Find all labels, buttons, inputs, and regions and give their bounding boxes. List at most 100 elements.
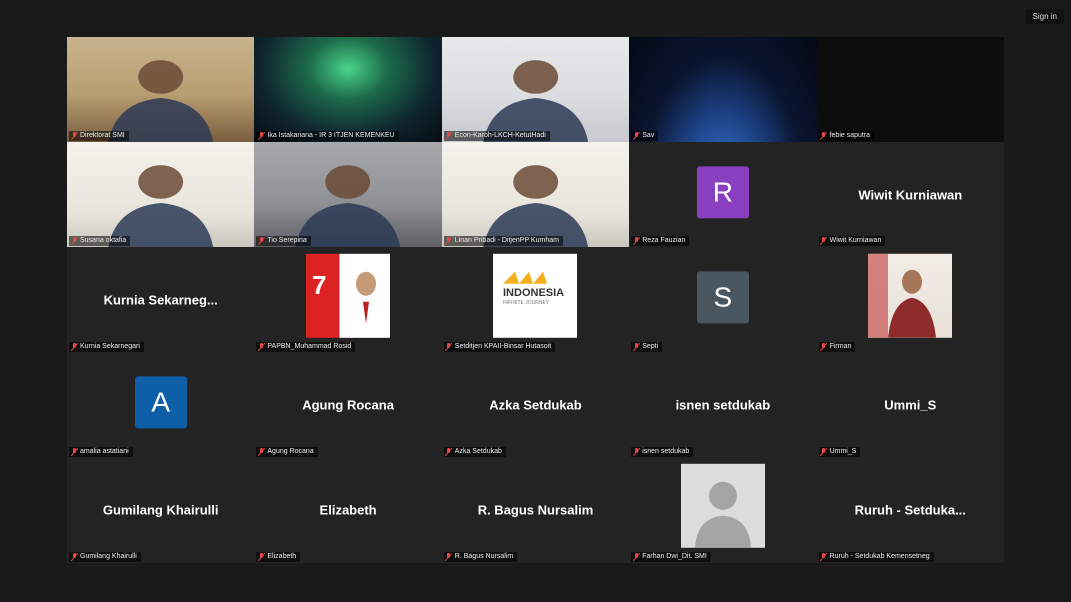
participant-tile-susana-oktafia[interactable]: Susana oktafia xyxy=(67,142,255,248)
participant-display-name: Ummi_S xyxy=(884,397,937,413)
participant-name-label: Farhan Dwi_Dit. SMI xyxy=(631,551,711,562)
participant-name: Wiwit Kurniawan xyxy=(829,237,882,245)
participant-tile-ruruh-setdukab-kemensetneg[interactable]: Ruruh - Setduka... Ruruh - Setdukab Kemen… xyxy=(816,457,1004,563)
participant-display-name: Gumilang Khairulli xyxy=(102,502,219,518)
mic-muted-icon xyxy=(633,342,639,351)
participant-tile-febie-saputra[interactable]: febie saputra xyxy=(816,37,1004,143)
participant-tile-kurnia-sekarnegari[interactable]: Kurnia Sekarneg... Kurnia Sekarnegari xyxy=(67,247,255,353)
participant-name: Septi xyxy=(642,342,659,350)
participant-name-label: Ika Istakariana - IR 3 ITJEN KEMENKEU xyxy=(256,131,399,142)
participant-tile-firman[interactable]: Firman xyxy=(816,247,1004,353)
mic-muted-icon xyxy=(633,237,639,245)
participant-tile-linan-pribadi-ditjenpp-kumham[interactable]: Linan Pribadi - DitjenPP Kumham xyxy=(441,142,630,248)
mic-muted-icon xyxy=(258,342,264,351)
participant-name: Setditjen KPAII-Binsar Hutasoit xyxy=(454,342,552,350)
participant-name-label: Ummi_S xyxy=(818,446,861,457)
mic-muted-icon xyxy=(71,447,77,456)
mic-muted-icon xyxy=(821,132,827,140)
participant-name: Gumilang Khairulli xyxy=(80,552,137,560)
sign-in-button[interactable]: Sign in xyxy=(1025,9,1064,24)
participant-name-label: Septi xyxy=(631,341,663,352)
mic-muted-icon xyxy=(633,132,639,140)
participant-name-label: Sav xyxy=(631,131,659,142)
participant-display-name: Azka Setdukab xyxy=(489,397,582,413)
mic-muted-icon xyxy=(71,342,77,351)
participant-avatar: A xyxy=(134,376,187,429)
mic-muted-icon xyxy=(446,132,452,140)
participant-name: PAPBN_Muhammad Rosid xyxy=(267,342,352,350)
participant-tile-isnen-setdukab[interactable]: isnen setdukab isnen setdukab xyxy=(629,352,817,458)
mic-muted-icon xyxy=(446,552,452,561)
participant-name: Linan Pribadi - DitjenPP Kumham xyxy=(454,237,559,245)
participant-tile-r-bagus-nursalim[interactable]: R. Bagus Nursalim R. Bagus Nursalim xyxy=(441,457,630,563)
participant-name-label: Econ-Karoh-LKCH-KetutHadi xyxy=(443,131,550,142)
participant-name-label: Gumilang Khairulli xyxy=(69,551,141,562)
participant-display-name: isnen setdukab xyxy=(675,397,771,413)
participant-tile-ika-istakariana-ir-3-itjen-kemenkeu[interactable]: Ika Istakariana - IR 3 ITJEN KEMENKEU xyxy=(254,37,442,143)
participant-name: Ika Istakariana - IR 3 ITJEN KEMENKEU xyxy=(267,132,395,140)
participant-profile-picture xyxy=(680,464,765,549)
mic-muted-icon xyxy=(821,342,827,351)
participant-name: febie saputra xyxy=(829,132,871,140)
participant-name-label: febie saputra xyxy=(818,131,875,142)
participant-name: isnen setdukab xyxy=(642,447,690,455)
mic-muted-icon xyxy=(71,132,77,140)
participant-grid: Direktorat SMI Ika Istakariana - IR 3 ITJ… xyxy=(67,37,1004,563)
participant-display-name: Kurnia Sekarneg... xyxy=(103,292,218,308)
mic-muted-icon xyxy=(258,237,264,245)
participant-name-label: Ruruh - Setdukab Kemensetneg xyxy=(818,551,934,562)
mic-muted-icon xyxy=(633,447,639,456)
mic-muted-icon xyxy=(258,447,264,456)
participant-name-label: Kurnia Sekarnegari xyxy=(69,341,144,352)
participant-tile-ummi-s[interactable]: Ummi_S Ummi_S xyxy=(816,352,1004,458)
mic-muted-icon xyxy=(633,552,639,561)
participant-tile-econ-karoh-lkch-ketuthadi[interactable]: Econ-Karoh-LKCH-KetutHadi xyxy=(441,37,630,143)
participant-tile-amalia-astatiani[interactable]: Aamalia astatiani xyxy=(67,352,255,458)
mic-muted-icon xyxy=(446,237,452,245)
participant-name-label: Tio Serepina xyxy=(256,236,311,247)
mic-muted-icon xyxy=(821,447,827,456)
mic-muted-icon xyxy=(821,552,827,561)
participant-name-label: Direktorat SMI xyxy=(69,131,129,142)
participant-video xyxy=(441,37,630,143)
participant-tile-farhan-dwi-dit-smi[interactable]: Farhan Dwi_Dit. SMI xyxy=(629,457,817,563)
participant-tile-agung-rocana[interactable]: Agung Rocana Agung Rocana xyxy=(254,352,442,458)
logo-subtitle: INFINITE JOURNEY xyxy=(503,300,550,306)
participant-tile-sav[interactable]: Sav xyxy=(629,37,817,143)
participant-name-label: isnen setdukab xyxy=(631,446,694,457)
participant-profile-picture: INDONESIA INFINITE JOURNEY xyxy=(493,253,578,338)
participant-name-label: R. Bagus Nursalim xyxy=(443,551,518,562)
participant-tile-septi[interactable]: S Septi xyxy=(629,247,817,353)
participant-name-label: Firman xyxy=(818,341,856,352)
participant-tile-setditjen-kpaii-binsar-hutasoit[interactable]: INDONESIA INFINITE JOURNEY Setditjen KPAII… xyxy=(441,247,630,353)
participant-tile-azka-setdukab[interactable]: Azka Setdukab Azka Setdukab xyxy=(441,352,630,458)
participant-name-label: Agung Rocana xyxy=(256,446,318,457)
participant-avatar: R xyxy=(696,166,749,219)
participant-name: R. Bagus Nursalim xyxy=(454,552,514,560)
participant-name: Tio Serepina xyxy=(267,237,307,245)
participant-video xyxy=(254,37,442,143)
participant-name-label: Reza Fauzian xyxy=(631,236,690,247)
participant-tile-direktorat-smi[interactable]: Direktorat SMI xyxy=(67,37,255,143)
participant-name-label: PAPBN_Muhammad Rosid xyxy=(256,341,356,352)
participant-tile-gumilang-khairulli[interactable]: Gumilang Khairulli Gumilang Khairulli xyxy=(67,457,255,563)
participant-tile-reza-fauzian[interactable]: R Reza Fauzian xyxy=(629,142,817,248)
participant-tile-elizabeth[interactable]: Elizabeth Elizabeth xyxy=(254,457,442,563)
participant-video xyxy=(441,142,630,248)
participant-profile-picture xyxy=(868,253,953,338)
participant-tile-papbn-muhammad-rosid[interactable]: 7 PAPBN_Muhammad Rosid xyxy=(254,247,442,353)
participant-video xyxy=(254,142,442,248)
participant-video xyxy=(67,37,255,143)
participant-display-name: Wiwit Kurniawan xyxy=(858,187,963,203)
participant-display-name: Ruruh - Setduka... xyxy=(854,502,966,518)
participant-name: Kurnia Sekarnegari xyxy=(80,342,140,350)
participant-video xyxy=(816,37,1004,143)
mic-muted-icon xyxy=(446,342,452,351)
participant-tile-wiwit-kurniawan[interactable]: Wiwit Kurniawan Wiwit Kurniawan xyxy=(816,142,1004,248)
svg-text:7: 7 xyxy=(312,270,326,300)
participant-display-name: Elizabeth xyxy=(319,502,377,518)
participant-name: Agung Rocana xyxy=(267,447,314,455)
participant-name-label: Wiwit Kurniawan xyxy=(818,236,886,247)
participant-name: Susana oktafia xyxy=(80,237,127,245)
participant-tile-tio-serepina[interactable]: Tio Serepina xyxy=(254,142,442,248)
